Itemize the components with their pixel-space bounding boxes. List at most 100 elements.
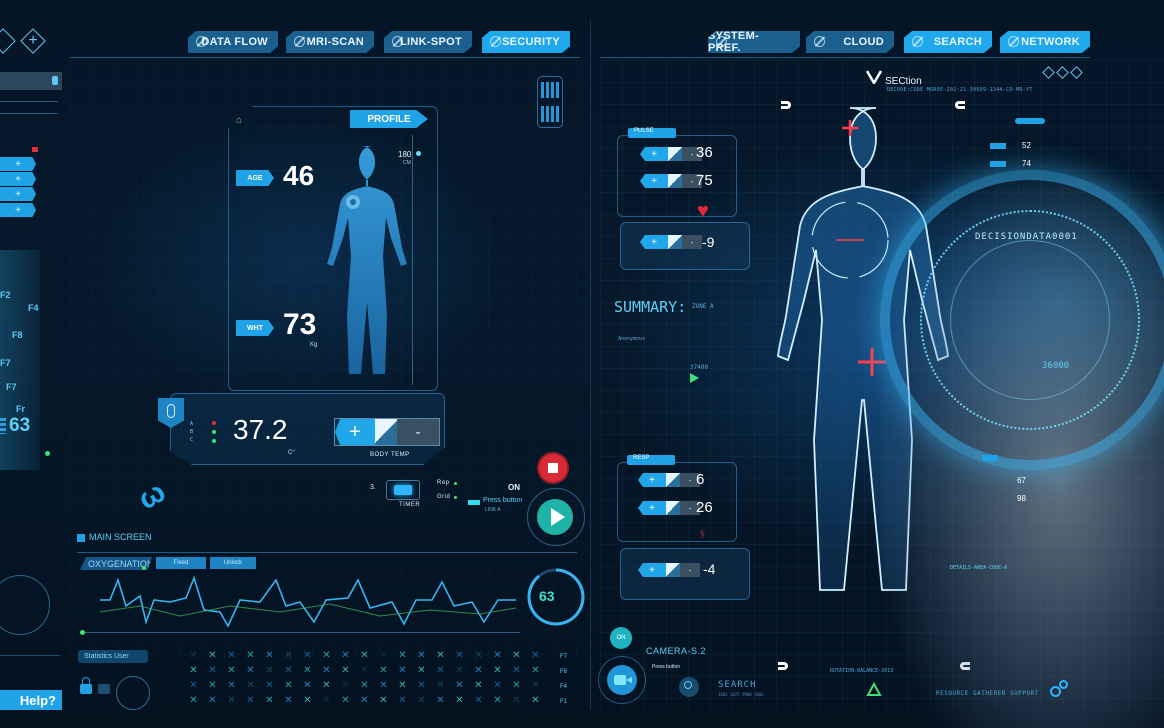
matrix-cell: ✕ (455, 665, 464, 676)
fkey-label[interactable]: F2 (0, 290, 11, 300)
camera-on-toggle[interactable]: ON (610, 627, 632, 649)
matrix-cell: ✕ (474, 650, 483, 661)
stop-icon (548, 463, 558, 473)
tab-cloud[interactable]: CLOUD (806, 31, 894, 53)
matrix-cell: ✕ (227, 650, 236, 661)
increase-button[interactable]: + (638, 563, 666, 577)
increase-button[interactable]: + (640, 147, 668, 161)
tab-network[interactable]: NETWORK (1000, 31, 1090, 53)
sidebar-add-button-4[interactable]: + (0, 203, 36, 217)
matrix-cell: ✕ (398, 695, 407, 706)
matrix-cell: ✕ (322, 680, 331, 691)
unlock-button[interactable]: Unlock (210, 557, 256, 569)
timer-toggle[interactable] (394, 485, 412, 495)
status-dot (454, 482, 457, 485)
slider-icon[interactable] (668, 235, 682, 249)
camera-label: CAMERA-S.2 (646, 646, 707, 656)
slider-icon[interactable] (666, 563, 680, 577)
tab-mri-scan[interactable]: MRI-SCAN (286, 31, 374, 53)
body-temp-label: BODY TEMP (370, 452, 410, 458)
matrix-cell: ✕ (360, 680, 369, 691)
matrix-cell: ✕ (227, 680, 236, 691)
statistics-user-tab[interactable]: Statistics User (78, 650, 148, 663)
alert-indicator (32, 147, 38, 152)
resp-tab: RESP (627, 455, 675, 465)
fkey-label[interactable]: F7 (6, 382, 17, 392)
matrix-cell: ✕ (455, 680, 464, 691)
search-icon (684, 681, 692, 689)
matrix-cell: ✕ (455, 695, 464, 706)
resp-value: -4 (703, 561, 716, 577)
press-button-sub: LINK A (485, 507, 501, 513)
body-silhouette (327, 146, 407, 374)
tab-system-pref[interactable]: SYSTEM-PREF. (708, 31, 800, 53)
tab-search[interactable]: SEARCH (904, 31, 992, 53)
status-dot-red (212, 421, 216, 425)
decrease-button[interactable]: - (680, 563, 700, 577)
link-icon (716, 36, 727, 47)
matrix-cell: ✕ (246, 695, 255, 706)
increase-button[interactable]: + (638, 501, 666, 515)
slider-icon[interactable] (666, 501, 680, 515)
matrix-cell: ✕ (208, 695, 217, 706)
slider-icon[interactable] (668, 174, 682, 188)
matrix-cell: ✕ (436, 650, 445, 661)
fkey-label[interactable]: F8 (12, 330, 23, 340)
corner-bracket-icon (781, 101, 791, 109)
status-dot (80, 630, 85, 635)
matrix-cell: ✕ (189, 665, 198, 676)
matrix-cell: ✕ (379, 695, 388, 706)
sidebar-add-button-1[interactable]: + (0, 157, 36, 171)
status-dot (142, 566, 146, 570)
matrix-cell: ✕ (246, 680, 255, 691)
matrix-cell: ✕ (436, 695, 445, 706)
increase-button[interactable]: + (640, 174, 668, 188)
matrix-cell: ✕ (398, 665, 407, 676)
matrix-cell: ✕ (455, 650, 464, 661)
status-dot-green (212, 430, 216, 434)
matrix-cell: ✕ (341, 665, 350, 676)
fixed-button[interactable]: Fixed (156, 557, 206, 569)
timer-option-grid[interactable]: Grid (437, 494, 450, 500)
timer-option-rep[interactable]: Rep (437, 480, 450, 486)
tab-security[interactable]: SECURITY (482, 31, 570, 53)
sidebar-add-button-2[interactable]: + (0, 172, 36, 186)
slider-icon[interactable] (666, 473, 680, 487)
fkey-label[interactable]: F4 (28, 303, 39, 313)
increase-button[interactable]: + (640, 235, 668, 249)
help-button[interactable]: Help? (0, 690, 62, 710)
matrix-cell: ✕ (474, 695, 483, 706)
tab-link-spot[interactable]: LINK-SPOT (384, 31, 472, 53)
fkey-label[interactable]: F7 (0, 358, 11, 368)
matrix-cell: ✕ (189, 680, 198, 691)
matrix-cell: ✕ (303, 650, 312, 661)
summary-code: 37400 (690, 364, 709, 371)
pulse-control-1: + - (640, 147, 702, 161)
status-dot (45, 451, 50, 456)
matrix-cell: ✕ (265, 650, 274, 661)
matrix-cell: ✕ (360, 695, 369, 706)
decrease-button[interactable]: - (682, 235, 702, 249)
sidebar-add-button-3[interactable]: + (0, 187, 36, 201)
slider-icon[interactable] (668, 147, 682, 161)
indicator-bar (468, 500, 480, 505)
tab-data-flow[interactable]: DATA FLOW (188, 31, 278, 53)
increase-button[interactable]: + (638, 473, 666, 487)
link-icon (392, 36, 403, 47)
temp-decrease-button[interactable]: - (397, 419, 439, 445)
gauge-value: 63 (539, 588, 555, 604)
matrix-cell: ✕ (341, 695, 350, 706)
temp-slider-icon[interactable] (375, 419, 397, 445)
matrix-cell: ✕ (360, 650, 369, 661)
profile-tab[interactable]: PROFILE (350, 110, 428, 128)
matrix-cell: ✕ (341, 680, 350, 691)
matrix-keys: F7 F8 F4 F1 (560, 654, 568, 705)
resource-label: RESOURCE GATHERER SUPPORT (936, 690, 1039, 697)
overlay-code: DECISIONDATA0001 (975, 232, 1078, 242)
fkey-label[interactable]: Fr (16, 404, 25, 414)
matrix-cell: ✕ (417, 680, 426, 691)
camera-lens (626, 677, 632, 683)
temp-increase-button[interactable]: + (335, 419, 375, 445)
section-logo-icon (866, 70, 882, 84)
thermometer-icon (167, 404, 175, 418)
